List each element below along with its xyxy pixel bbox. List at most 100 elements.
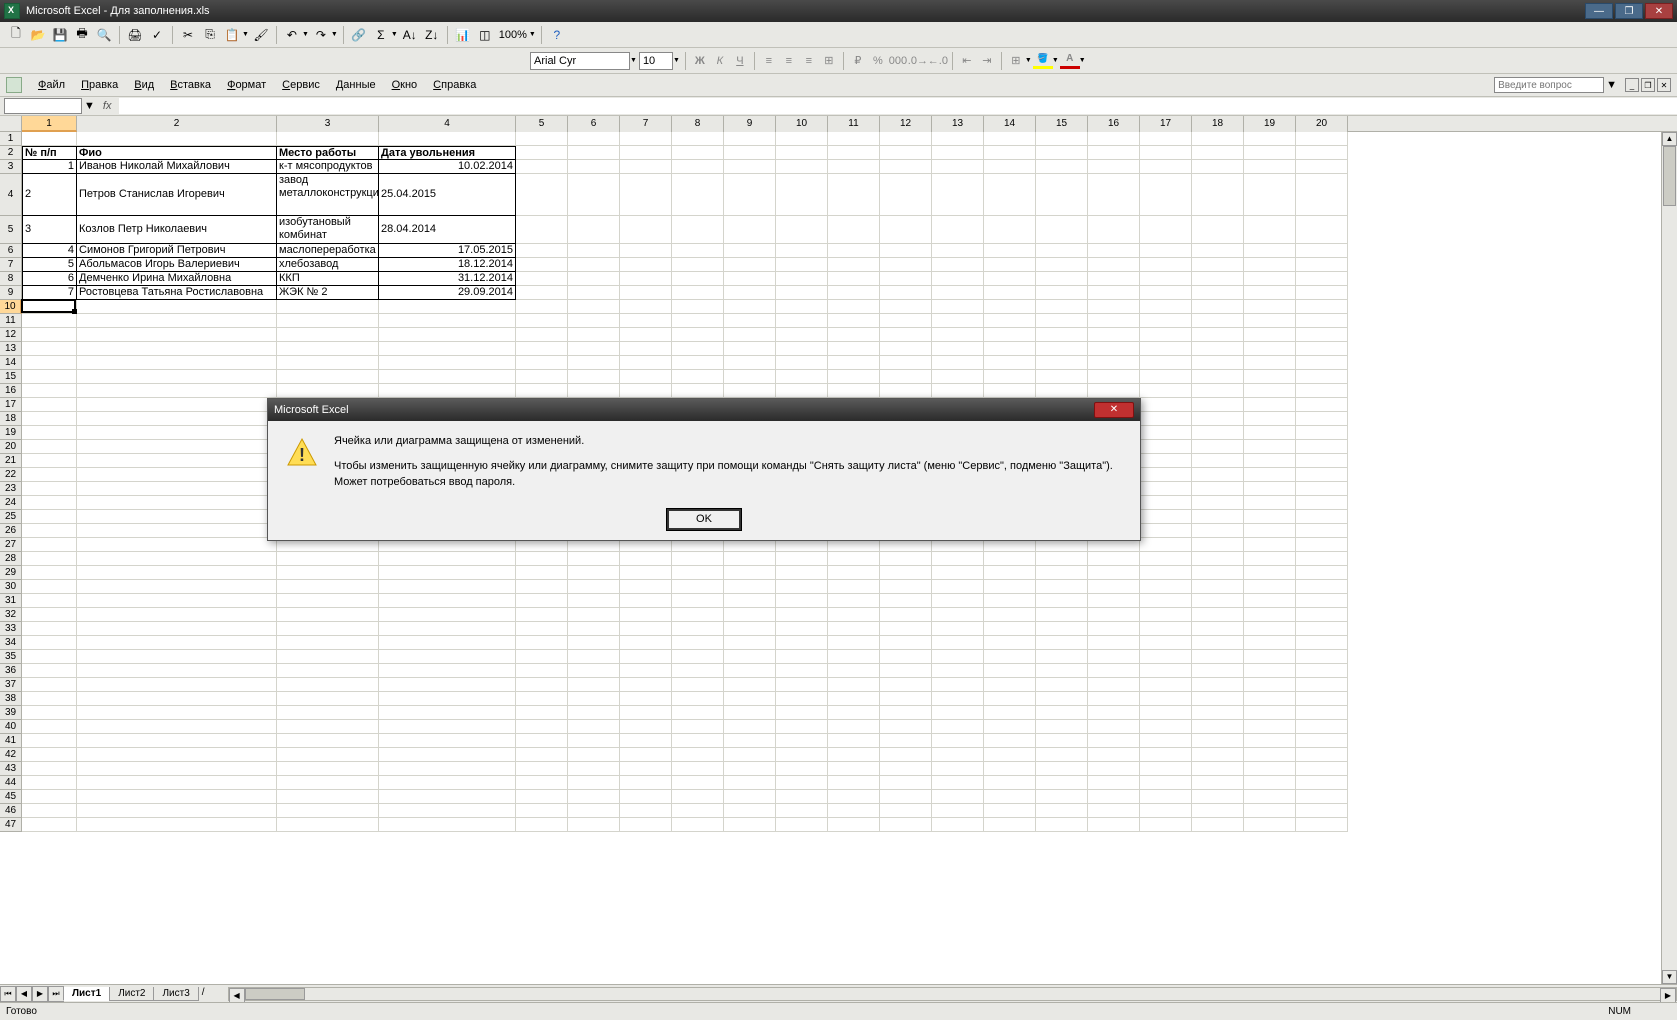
cell[interactable]: [379, 734, 516, 748]
cell[interactable]: [984, 776, 1036, 790]
cell[interactable]: [828, 748, 880, 762]
cell[interactable]: [880, 580, 932, 594]
cell[interactable]: [1192, 706, 1244, 720]
cell[interactable]: [828, 804, 880, 818]
cell[interactable]: [724, 132, 776, 146]
cell[interactable]: [1140, 678, 1192, 692]
inc-indent-icon[interactable]: ⇥: [978, 52, 996, 70]
cell[interactable]: [1036, 132, 1088, 146]
cell[interactable]: [277, 692, 379, 706]
cell[interactable]: [1192, 664, 1244, 678]
row-header[interactable]: 40: [0, 720, 22, 734]
cell[interactable]: [724, 622, 776, 636]
cell[interactable]: [1140, 790, 1192, 804]
cell[interactable]: [1244, 636, 1296, 650]
cell[interactable]: [516, 272, 568, 286]
cell[interactable]: [516, 384, 568, 398]
cell[interactable]: [984, 552, 1036, 566]
cell[interactable]: [1244, 132, 1296, 146]
cell[interactable]: 18.12.2014: [379, 258, 516, 272]
cell[interactable]: [776, 608, 828, 622]
cell[interactable]: [1192, 608, 1244, 622]
cell[interactable]: [22, 132, 77, 146]
column-header[interactable]: 10: [776, 116, 828, 132]
cell[interactable]: [516, 216, 568, 244]
cell[interactable]: [1296, 216, 1348, 244]
cell[interactable]: [1088, 650, 1140, 664]
cell[interactable]: [1140, 720, 1192, 734]
cell[interactable]: [77, 692, 277, 706]
cell[interactable]: [1140, 510, 1192, 524]
cell[interactable]: [1296, 328, 1348, 342]
cell[interactable]: [1036, 790, 1088, 804]
cell[interactable]: [1036, 776, 1088, 790]
cell[interactable]: [776, 776, 828, 790]
cell[interactable]: [77, 762, 277, 776]
cell[interactable]: [932, 706, 984, 720]
redo-dropdown[interactable]: ▼: [331, 31, 338, 38]
sheet-tab[interactable]: Лист3: [153, 987, 198, 1001]
mdi-minimize[interactable]: _: [1625, 78, 1639, 92]
cell[interactable]: [568, 272, 620, 286]
cell[interactable]: [724, 706, 776, 720]
cell[interactable]: [379, 300, 516, 314]
cell[interactable]: [77, 398, 277, 412]
cell[interactable]: [984, 650, 1036, 664]
preview-icon[interactable]: 🔍: [94, 25, 114, 45]
cell[interactable]: [379, 370, 516, 384]
cell[interactable]: [568, 314, 620, 328]
cell[interactable]: [1140, 706, 1192, 720]
cell[interactable]: [77, 678, 277, 692]
cell[interactable]: [1140, 160, 1192, 174]
cell[interactable]: [1140, 426, 1192, 440]
cell[interactable]: [1088, 384, 1140, 398]
cell[interactable]: [1244, 412, 1296, 426]
cell[interactable]: [516, 594, 568, 608]
cell[interactable]: [1036, 636, 1088, 650]
cell[interactable]: [277, 748, 379, 762]
cell[interactable]: [1296, 272, 1348, 286]
cell[interactable]: [932, 608, 984, 622]
cell[interactable]: изобутановый комбинат: [277, 216, 379, 244]
cell[interactable]: [516, 804, 568, 818]
cell[interactable]: [1088, 706, 1140, 720]
cell[interactable]: 2: [22, 174, 77, 216]
cell[interactable]: [1296, 594, 1348, 608]
horizontal-scrollbar[interactable]: ◀ ▶: [228, 987, 1677, 1001]
cell[interactable]: [379, 622, 516, 636]
cell[interactable]: [568, 286, 620, 300]
cell[interactable]: [880, 664, 932, 678]
column-header[interactable]: 19: [1244, 116, 1296, 132]
cell[interactable]: [379, 720, 516, 734]
column-header[interactable]: 8: [672, 116, 724, 132]
cell[interactable]: [1244, 146, 1296, 160]
cell[interactable]: [277, 776, 379, 790]
cell[interactable]: [379, 356, 516, 370]
cell[interactable]: [568, 678, 620, 692]
cell[interactable]: [776, 748, 828, 762]
cell[interactable]: [672, 734, 724, 748]
cell[interactable]: [724, 174, 776, 216]
cell[interactable]: [724, 720, 776, 734]
cell[interactable]: [516, 720, 568, 734]
cell[interactable]: [1244, 216, 1296, 244]
cell[interactable]: [1088, 244, 1140, 258]
column-header[interactable]: 13: [932, 116, 984, 132]
cell[interactable]: [984, 664, 1036, 678]
cell[interactable]: [1192, 678, 1244, 692]
cell[interactable]: 17.05.2015: [379, 244, 516, 258]
cell[interactable]: [1296, 342, 1348, 356]
close-button[interactable]: ✕: [1645, 3, 1673, 19]
cell[interactable]: [620, 622, 672, 636]
cell[interactable]: [516, 580, 568, 594]
cell[interactable]: [1036, 244, 1088, 258]
cell[interactable]: [1244, 384, 1296, 398]
cell[interactable]: [932, 580, 984, 594]
cell[interactable]: [1244, 510, 1296, 524]
cell[interactable]: [1140, 146, 1192, 160]
cell[interactable]: [672, 706, 724, 720]
row-header[interactable]: 16: [0, 384, 22, 398]
percent-icon[interactable]: %: [869, 52, 887, 70]
cell[interactable]: [672, 174, 724, 216]
mdi-close[interactable]: ✕: [1657, 78, 1671, 92]
